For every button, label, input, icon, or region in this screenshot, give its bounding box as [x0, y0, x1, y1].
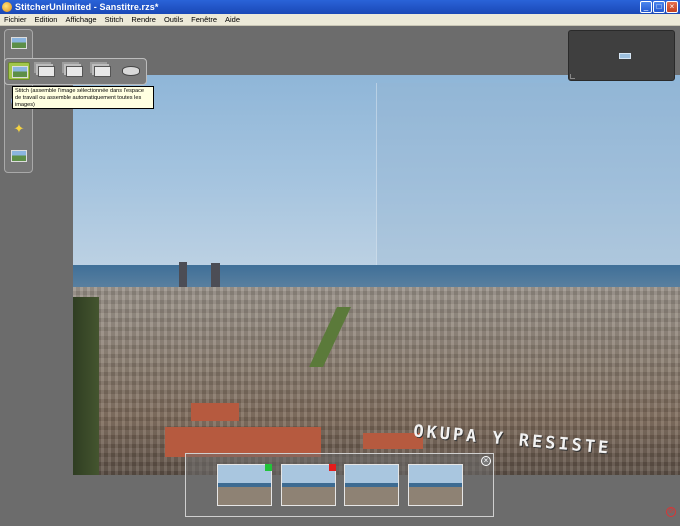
- overlapping-image[interactable]: [376, 83, 680, 271]
- filmstrip-close-icon[interactable]: ×: [481, 456, 491, 466]
- menu-outils[interactable]: Outils: [160, 15, 187, 24]
- stack-icon-3: [94, 66, 111, 77]
- panorama-icon: [122, 66, 140, 76]
- window-title: StitcherUnlimited - Sanstitre.rzs*: [15, 2, 159, 12]
- thumbnail-1[interactable]: [217, 464, 272, 506]
- menu-stitch[interactable]: Stitch: [101, 15, 128, 24]
- menu-edition[interactable]: Edition: [31, 15, 62, 24]
- magic-star-icon: ✦: [13, 121, 25, 136]
- image-filmstrip: ×: [185, 453, 494, 517]
- stitch-tooltip: Stitch (assemble l'image sélectionnée da…: [12, 86, 154, 109]
- maximize-button[interactable]: □: [653, 1, 665, 13]
- no-entry-icon[interactable]: ⊘: [666, 507, 676, 517]
- tree-left: [73, 297, 99, 475]
- stitch-button[interactable]: [8, 62, 30, 80]
- stitch-icon: [12, 66, 28, 78]
- navigator-resize-handle[interactable]: [570, 74, 575, 79]
- magic-tool-button[interactable]: ✦: [8, 120, 30, 138]
- navigator-panel[interactable]: [568, 30, 675, 81]
- menu-aide[interactable]: Aide: [221, 15, 244, 24]
- open-images-icon: [11, 37, 27, 49]
- thumbnail-4[interactable]: [408, 464, 463, 506]
- minimize-button[interactable]: _: [640, 1, 652, 13]
- thumbnail-3[interactable]: [344, 464, 399, 506]
- window-controls: _ □ ×: [640, 1, 678, 13]
- app-icon: [2, 2, 12, 12]
- stack-button-3[interactable]: [92, 62, 114, 80]
- panorama-button[interactable]: [120, 62, 142, 80]
- thumbnail-status-badge: [265, 464, 272, 471]
- navigator-thumbnail[interactable]: [619, 53, 631, 59]
- panorama-canvas[interactable]: OKUPA Y RESISTE: [73, 75, 680, 475]
- stitch-toolbar: [4, 58, 147, 85]
- stack-icon-1: [38, 66, 55, 77]
- image-settings-button[interactable]: [8, 147, 30, 165]
- title-bar: StitcherUnlimited - Sanstitre.rzs* _ □ ×: [0, 0, 680, 14]
- thumbnail-status-badge: [329, 464, 336, 471]
- menu-rendre[interactable]: Rendre: [127, 15, 160, 24]
- menu-bar: Fichier Edition Affichage Stitch Rendre …: [0, 14, 680, 26]
- stack-button-1[interactable]: [36, 62, 58, 80]
- menu-fenetre[interactable]: Fenêtre: [187, 15, 221, 24]
- open-images-button[interactable]: [8, 34, 30, 52]
- close-button[interactable]: ×: [666, 1, 678, 13]
- stack-button-2[interactable]: [64, 62, 86, 80]
- menu-affichage[interactable]: Affichage: [61, 15, 100, 24]
- menu-fichier[interactable]: Fichier: [0, 15, 31, 24]
- red-roof-1: [191, 403, 239, 421]
- panorama-sea: [73, 265, 680, 289]
- image-settings-icon: [11, 150, 27, 162]
- stack-icon-2: [66, 66, 83, 77]
- thumbnail-2[interactable]: [281, 464, 336, 506]
